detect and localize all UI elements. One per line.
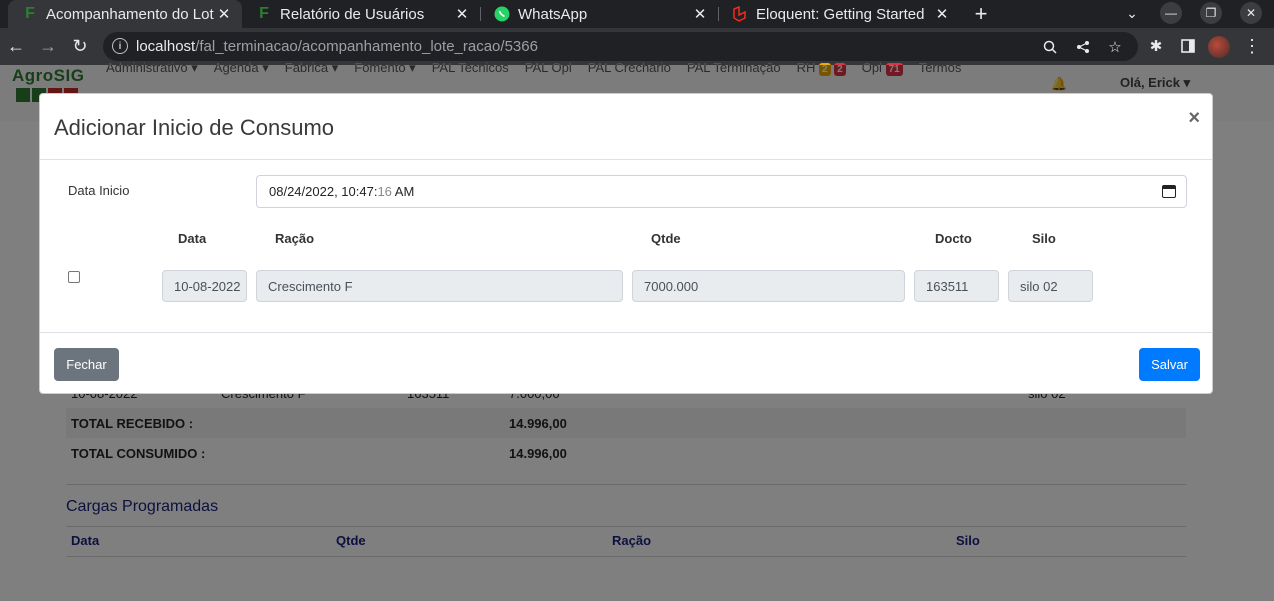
tab-relatorio[interactable]: F Relatório de Usuários ✕ bbox=[242, 0, 480, 28]
close-tab-icon[interactable]: ✕ bbox=[690, 5, 710, 23]
favicon-icon: F bbox=[25, 5, 35, 22]
tab-acompanhamento[interactable]: F Acompanhamento do Lot ✕ bbox=[8, 0, 242, 28]
close-tab-icon[interactable]: ✕ bbox=[452, 5, 472, 23]
close-tab-icon[interactable]: ✕ bbox=[932, 5, 952, 23]
data-field[interactable]: 10-08-2022 bbox=[162, 270, 247, 302]
close-tab-icon[interactable]: ✕ bbox=[214, 5, 234, 23]
row-select-checkbox[interactable] bbox=[68, 271, 80, 283]
back-icon[interactable]: ← bbox=[4, 34, 28, 58]
browser-tab-bar: F Acompanhamento do Lot ✕ F Relatório de… bbox=[0, 0, 1274, 28]
menu-kebab-icon[interactable]: ⋮ bbox=[1240, 34, 1264, 58]
share-icon[interactable] bbox=[1074, 38, 1092, 56]
column-header-qtde: Qtde bbox=[651, 231, 681, 246]
new-tab-icon[interactable]: + bbox=[970, 0, 992, 28]
modal-header: Adicionar Inicio de Consumo × bbox=[40, 94, 1212, 160]
calendar-icon[interactable] bbox=[1162, 185, 1176, 198]
qtde-field[interactable]: 7000.000 bbox=[632, 270, 905, 302]
side-panel-icon[interactable] bbox=[1176, 34, 1200, 58]
zoom-icon[interactable] bbox=[1041, 38, 1059, 56]
column-header-silo: Silo bbox=[1032, 231, 1056, 246]
salvar-button[interactable]: Salvar bbox=[1139, 348, 1200, 381]
tab-title: WhatsApp bbox=[518, 5, 588, 23]
column-header-racao: Ração bbox=[275, 231, 315, 246]
restore-icon[interactable]: ❐ bbox=[1200, 2, 1222, 24]
racao-field[interactable]: Crescimento F bbox=[256, 270, 623, 302]
close-icon[interactable]: × bbox=[1188, 107, 1200, 130]
silo-field[interactable]: silo 02 bbox=[1008, 270, 1093, 302]
whatsapp-icon bbox=[494, 6, 510, 22]
fechar-button[interactable]: Fechar bbox=[54, 348, 119, 381]
profile-avatar[interactable] bbox=[1208, 36, 1230, 58]
address-bar[interactable]: i localhost/fal_terminacao/acompanhament… bbox=[103, 32, 1138, 61]
extensions-icon[interactable]: ✱ bbox=[1144, 34, 1168, 58]
data-inicio-input[interactable]: 08/24/2022, 10:47:16 AM bbox=[256, 175, 1187, 208]
site-info-icon[interactable]: i bbox=[112, 38, 128, 54]
column-header-data: Data bbox=[178, 231, 207, 246]
url-text: localhost/fal_terminacao/acompanhamento_… bbox=[136, 38, 538, 55]
column-header-docto: Docto bbox=[935, 231, 972, 246]
reload-icon[interactable]: ↻ bbox=[68, 34, 92, 58]
modal-dialog: Adicionar Inicio de Consumo × Data Inici… bbox=[39, 93, 1213, 394]
tab-search-chevron-icon[interactable]: ⌄ bbox=[1122, 2, 1142, 24]
tab-whatsapp[interactable]: WhatsApp ✕ bbox=[480, 0, 718, 28]
docto-field[interactable]: 163511 bbox=[914, 270, 999, 302]
bookmark-star-icon[interactable]: ☆ bbox=[1106, 38, 1124, 56]
laravel-icon bbox=[732, 6, 748, 22]
tab-title: Eloquent: Getting Started bbox=[756, 5, 925, 23]
favicon-icon: F bbox=[259, 5, 269, 22]
tab-title: Relatório de Usuários bbox=[280, 5, 425, 23]
modal-title: Adicionar Inicio de Consumo bbox=[54, 115, 335, 140]
tab-eloquent[interactable]: Eloquent: Getting Started ✕ bbox=[718, 0, 960, 28]
tab-title: Acompanhamento do Lot bbox=[46, 5, 214, 23]
modal-footer: Fechar Salvar bbox=[40, 332, 1212, 394]
minimize-icon[interactable]: — bbox=[1160, 2, 1182, 24]
close-window-icon[interactable]: ✕ bbox=[1240, 2, 1262, 24]
forward-icon[interactable]: → bbox=[36, 34, 60, 58]
data-inicio-label: Data Inicio bbox=[68, 183, 130, 198]
